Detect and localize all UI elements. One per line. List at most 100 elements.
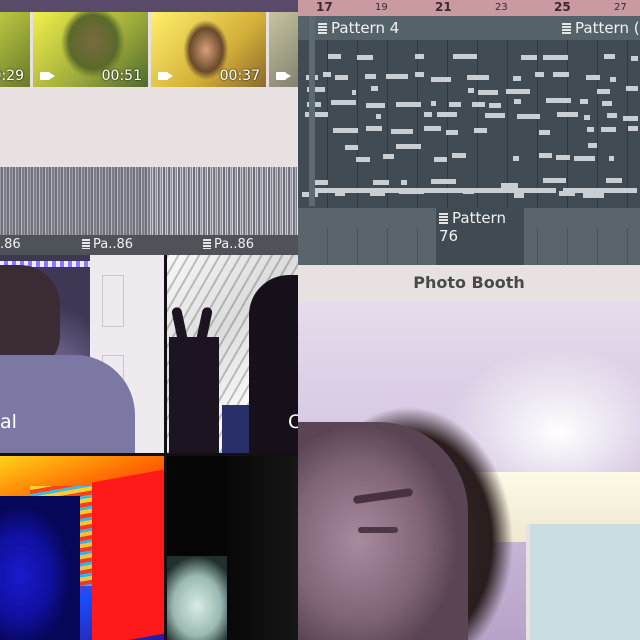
note-block[interactable] <box>583 193 604 198</box>
note-block[interactable] <box>586 75 600 80</box>
note-block[interactable] <box>376 114 381 119</box>
note-block[interactable] <box>328 54 341 59</box>
video-thumbnail-3[interactable]: 00:37 <box>151 12 266 87</box>
note-block[interactable] <box>366 126 382 131</box>
note-block[interactable] <box>333 128 358 133</box>
note-block[interactable] <box>587 127 594 132</box>
note-block[interactable] <box>391 129 413 134</box>
note-block[interactable] <box>472 102 485 107</box>
note-block[interactable] <box>352 90 356 95</box>
note-block[interactable] <box>535 72 544 77</box>
note-block[interactable] <box>371 86 378 91</box>
note-block[interactable] <box>453 54 477 59</box>
note-block[interactable] <box>607 113 617 118</box>
note-block[interactable] <box>335 75 348 80</box>
note-block[interactable] <box>446 130 458 135</box>
note-block[interactable] <box>574 156 595 161</box>
note-block[interactable] <box>468 88 474 93</box>
note-block[interactable] <box>424 126 441 131</box>
note-block[interactable] <box>449 102 461 107</box>
video-duration: 00:37 <box>219 68 260 84</box>
pattern-clip-76[interactable]: Pattern 76 <box>436 208 524 265</box>
note-block[interactable] <box>626 86 638 91</box>
note-block[interactable] <box>478 90 498 95</box>
note-block[interactable] <box>514 99 521 104</box>
participant-name: al <box>0 411 17 433</box>
pattern-note-grid[interactable] <box>298 40 640 208</box>
note-block[interactable] <box>434 157 447 162</box>
participant-tile[interactable] <box>0 456 164 640</box>
note-block[interactable] <box>606 178 622 183</box>
note-block[interactable] <box>485 113 505 118</box>
note-block[interactable] <box>365 74 376 79</box>
note-block[interactable] <box>424 112 432 117</box>
note-block[interactable] <box>601 127 616 132</box>
participant-tile[interactable] <box>167 456 298 640</box>
note-block[interactable] <box>357 55 373 60</box>
note-block[interactable] <box>563 188 633 193</box>
note-block[interactable] <box>373 180 389 185</box>
note-block[interactable] <box>553 72 569 77</box>
note-block[interactable] <box>415 54 424 59</box>
note-block[interactable] <box>556 155 570 160</box>
pattern-clip-title[interactable]: Pattern ( <box>562 19 640 37</box>
note-block[interactable] <box>310 188 556 193</box>
note-block[interactable] <box>437 112 457 117</box>
note-block[interactable] <box>431 101 436 106</box>
note-block[interactable] <box>356 157 370 162</box>
note-block[interactable] <box>513 76 521 81</box>
note-block[interactable] <box>584 115 590 120</box>
clip-label[interactable]: Pa..86 <box>203 237 254 252</box>
clip-label[interactable]: Pa..86 <box>82 237 133 252</box>
pattern-clip-title: Pattern 76 <box>439 209 506 245</box>
video-thumbnail-1[interactable]: 00:29 <box>0 12 30 87</box>
note-block[interactable] <box>383 154 394 159</box>
playhead[interactable] <box>309 16 315 206</box>
note-block[interactable] <box>623 116 638 121</box>
photo-booth-title-bar[interactable]: Photo Booth <box>298 265 640 303</box>
note-block[interactable] <box>331 100 356 105</box>
note-block[interactable] <box>514 193 524 198</box>
note-block[interactable] <box>396 144 421 149</box>
note-block[interactable] <box>386 74 408 79</box>
note-block[interactable] <box>489 103 501 108</box>
note-block[interactable] <box>431 77 451 82</box>
note-block[interactable] <box>602 101 612 106</box>
note-block[interactable] <box>323 72 331 77</box>
note-block[interactable] <box>539 153 552 158</box>
note-block[interactable] <box>506 89 530 94</box>
note-block[interactable] <box>366 103 385 108</box>
note-block[interactable] <box>474 128 487 133</box>
note-block[interactable] <box>543 55 568 60</box>
clip-label[interactable]: .86 <box>0 237 21 252</box>
note-block[interactable] <box>588 143 597 148</box>
participant-tile[interactable]: C <box>167 255 298 453</box>
timeline-ruler[interactable]: 17 19 21 23 25 27 <box>298 0 640 17</box>
note-block[interactable] <box>610 77 616 82</box>
note-block[interactable] <box>580 99 588 104</box>
video-thumbnail-4[interactable] <box>269 12 298 87</box>
note-block[interactable] <box>513 156 519 161</box>
note-block[interactable] <box>345 145 358 150</box>
note-block[interactable] <box>543 178 566 183</box>
note-block[interactable] <box>467 75 489 80</box>
note-block[interactable] <box>415 72 424 77</box>
note-block[interactable] <box>631 56 638 61</box>
note-block[interactable] <box>628 126 638 131</box>
participant-tile[interactable]: al <box>0 255 164 453</box>
note-block[interactable] <box>396 102 421 107</box>
note-block[interactable] <box>597 89 610 94</box>
note-block[interactable] <box>557 112 578 117</box>
door-panel <box>102 275 124 327</box>
note-block[interactable] <box>401 180 407 185</box>
note-block[interactable] <box>539 130 550 135</box>
note-block[interactable] <box>604 54 615 59</box>
note-block[interactable] <box>431 179 456 184</box>
note-block[interactable] <box>521 55 537 60</box>
note-block[interactable] <box>452 153 466 158</box>
pattern-clip-title[interactable]: Pattern 4 <box>318 19 399 37</box>
video-thumbnail-2[interactable]: 00:51 <box>33 12 148 87</box>
note-block[interactable] <box>517 114 540 119</box>
note-block[interactable] <box>546 98 571 103</box>
note-block[interactable] <box>609 156 614 161</box>
